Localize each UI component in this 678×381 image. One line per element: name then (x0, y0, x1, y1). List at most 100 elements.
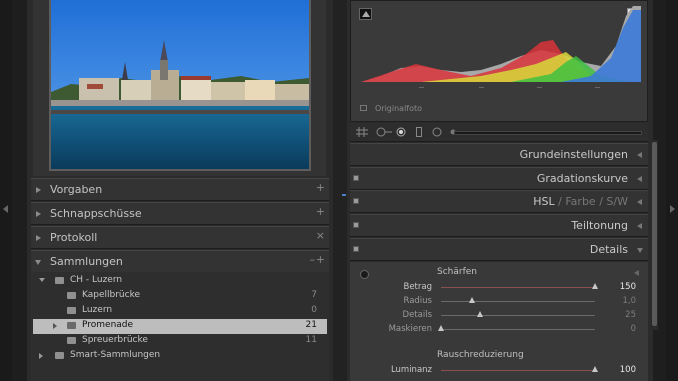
histogram-tick (595, 87, 600, 88)
collapse-triangle-icon (35, 260, 41, 265)
panel-tone-curve[interactable]: Gradationskurve (350, 167, 648, 190)
collection-count: 7 (311, 290, 317, 300)
expand-triangle-icon (36, 187, 41, 193)
expand-triangle-icon (36, 235, 41, 241)
slider-label: Maskieren (388, 324, 432, 334)
panel-history-label: Protokoll (50, 231, 98, 244)
divider-marker (342, 194, 346, 196)
slider-track[interactable] (441, 315, 595, 316)
histogram-tick (419, 87, 424, 88)
collection-icon (67, 292, 76, 299)
panel-split-toning[interactable]: Teiltonung (350, 214, 648, 237)
slider-label: Betrag (403, 282, 433, 292)
slider-track[interactable] (441, 287, 595, 288)
collection-icon (67, 307, 76, 314)
histogram-caption: Originalfoto (375, 104, 423, 113)
expand-triangle-icon (53, 323, 57, 329)
expand-arrow-icon (637, 176, 642, 182)
collection-name: Smart-Sammlungen (70, 350, 161, 360)
slider-label: Radius (403, 296, 432, 306)
slider-value[interactable]: 150 (620, 282, 636, 292)
left-panel-toggle[interactable] (0, 0, 12, 381)
slider-track[interactable] (441, 301, 595, 302)
spot-removal-icon[interactable] (376, 127, 392, 137)
panel-switch[interactable] (353, 246, 359, 252)
scrollbar-thumb[interactable] (652, 142, 657, 326)
graduated-filter-icon[interactable] (416, 127, 422, 137)
collection-spreuerbruecke[interactable]: Spreuerbrücke 11 (33, 334, 327, 349)
collection-luzern[interactable]: Luzern 0 (33, 304, 327, 319)
collection-count: 21 (305, 320, 317, 330)
sharpening-title: Schärfen (437, 267, 477, 277)
tool-strip (350, 123, 648, 142)
panel-basic[interactable]: Grundeinstellungen (350, 143, 648, 166)
slider-thumb[interactable] (438, 325, 444, 331)
panel-hsl[interactable]: HSL / Farbe / S/W (350, 190, 648, 213)
red-eye-icon[interactable] (396, 127, 406, 137)
add-collection-button[interactable]: + (316, 253, 325, 266)
expand-triangle-icon (36, 211, 41, 217)
tab-color[interactable]: Farbe (565, 195, 595, 208)
panel-presets[interactable]: Vorgaben + (31, 178, 329, 201)
histogram-panel[interactable]: Originalfoto (350, 0, 648, 122)
slider-value[interactable]: 25 (625, 310, 636, 320)
slider-value[interactable]: 100 (620, 365, 636, 375)
panel-collections[interactable]: Sammlungen – + (31, 250, 329, 273)
slider-label: Luminanz (390, 365, 432, 375)
detail-zoom-target-icon[interactable] (360, 270, 369, 279)
expand-arrow-icon (637, 199, 642, 205)
collection-promenade[interactable]: Promenade 21 (33, 319, 327, 334)
slider-detail[interactable]: Details 25 (350, 309, 648, 323)
slider-thumb[interactable] (476, 311, 483, 317)
panel-basic-label: Grundeinstellungen (519, 148, 628, 161)
add-preset-button[interactable]: + (316, 181, 325, 194)
right-panel-scrollbar[interactable] (651, 140, 658, 330)
slider-track[interactable] (441, 370, 595, 371)
collapse-triangle-icon (39, 278, 45, 282)
panel-hsl-label: HSL / Farbe / S/W (533, 195, 628, 208)
collection-name: Spreuerbrücke (82, 335, 148, 345)
clear-history-button[interactable]: × (316, 229, 325, 242)
collection-icon (67, 337, 76, 344)
collection-name: Luzern (82, 305, 113, 315)
panel-snapshots[interactable]: Schnappschüsse + (31, 202, 329, 225)
right-panel-toggle[interactable] (666, 0, 678, 381)
add-snapshot-button[interactable]: + (316, 205, 325, 218)
slider-value[interactable]: 1,0 (622, 296, 636, 306)
panel-switch[interactable] (353, 222, 359, 228)
panel-details[interactable]: Details (350, 238, 648, 261)
smart-collections-set[interactable]: Smart-Sammlungen (33, 349, 327, 364)
tab-bw[interactable]: S/W (606, 195, 628, 208)
right-arrow-icon (670, 205, 675, 213)
crop-grid-icon[interactable] (356, 127, 368, 137)
slider-thumb[interactable] (592, 366, 598, 372)
slider-amount[interactable]: Betrag 150 (350, 281, 648, 295)
expand-triangle-icon (39, 353, 43, 359)
slider-luminance[interactable]: Luminanz 100 (350, 364, 648, 378)
panel-switch[interactable] (353, 175, 359, 181)
smart-collection-set-icon (55, 352, 64, 359)
slider-radius[interactable]: Radius 1,0 (350, 295, 648, 309)
noise-reduction-title: Rauschreduzierung (437, 350, 524, 360)
panel-tone-curve-label: Gradationskurve (536, 172, 628, 185)
panel-history[interactable]: Protokoll × (31, 226, 329, 249)
radial-filter-icon[interactable] (432, 127, 442, 137)
panel-collections-label: Sammlungen (50, 255, 123, 268)
slider-track[interactable] (441, 329, 595, 330)
collection-kapellbruecke[interactable]: Kapellbrücke 7 (33, 289, 327, 304)
slider-masking[interactable]: Maskieren 0 (350, 323, 648, 337)
slider-thumb[interactable] (468, 297, 475, 303)
detail-preview-toggle-icon[interactable] (634, 270, 639, 276)
expand-arrow-icon (637, 223, 642, 229)
navigator-preview-image[interactable] (51, 0, 309, 169)
slider-thumb[interactable] (592, 283, 598, 289)
panel-switch[interactable] (353, 198, 359, 204)
panel-snapshots-label: Schnappschüsse (50, 207, 142, 220)
collection-count: 0 (311, 305, 317, 315)
tab-hsl[interactable]: HSL (533, 195, 554, 208)
panel-split-toning-label: Teiltonung (571, 219, 628, 232)
slider-value[interactable]: 0 (631, 324, 636, 334)
collection-set-ch-luzern[interactable]: CH - Luzern (33, 274, 327, 289)
remove-collection-button[interactable]: – (310, 253, 316, 266)
tool-slider[interactable] (454, 131, 642, 135)
